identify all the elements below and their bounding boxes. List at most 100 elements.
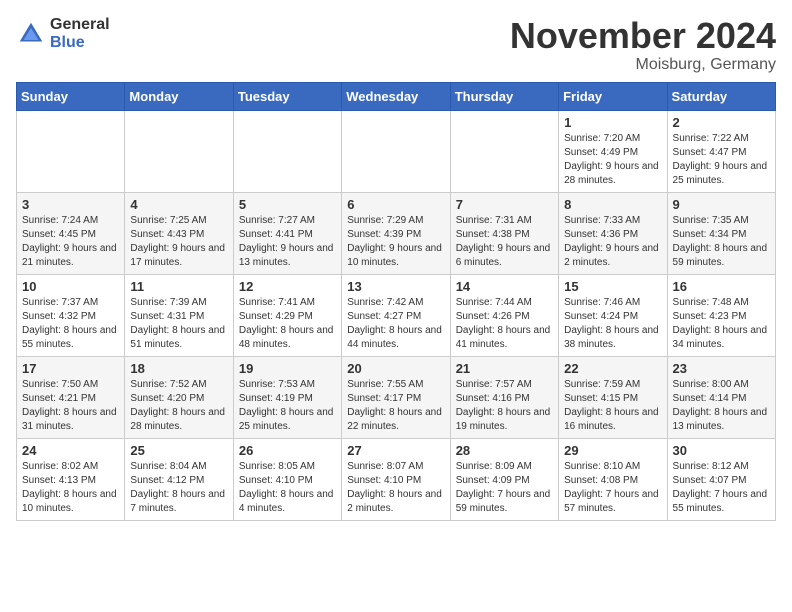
calendar-cell: 12 Sunrise: 7:41 AM Sunset: 4:29 PM Dayli…	[233, 274, 341, 356]
day-number: 29	[564, 443, 661, 458]
day-info: Sunrise: 7:39 AM Sunset: 4:31 PM Dayligh…	[130, 296, 227, 352]
calendar-cell: 9 Sunrise: 7:35 AM Sunset: 4:34 PM Daylig…	[667, 192, 775, 274]
day-info: Sunrise: 7:29 AM Sunset: 4:39 PM Dayligh…	[347, 214, 444, 270]
month-title: November 2024	[510, 16, 776, 56]
calendar-cell: 29Sunrise: 8:10 AM Sunset: 4:08 PM Dayli…	[559, 438, 667, 520]
header-wednesday: Wednesday	[342, 82, 450, 110]
day-number: 28	[456, 443, 553, 458]
day-number: 18	[130, 361, 227, 376]
calendar-cell: 24 Sunrise: 8:02 AM Sunset: 4:13 PM Dayli…	[17, 438, 125, 520]
day-info: Sunrise: 8:07 AM Sunset: 4:10 PM Dayligh…	[347, 460, 444, 516]
calendar-cell: 3 Sunrise: 7:24 AM Sunset: 4:45 PM Daylig…	[17, 192, 125, 274]
day-number: 5	[239, 197, 336, 212]
day-info: Sunrise: 7:55 AM Sunset: 4:17 PM Dayligh…	[347, 378, 444, 434]
calendar-cell: 19Sunrise: 7:53 AM Sunset: 4:19 PM Dayli…	[233, 356, 341, 438]
calendar-cell: 13 Sunrise: 7:42 AM Sunset: 4:27 PM Dayli…	[342, 274, 450, 356]
week-row-2: 3 Sunrise: 7:24 AM Sunset: 4:45 PM Daylig…	[17, 192, 776, 274]
header-friday: Friday	[559, 82, 667, 110]
calendar-cell: 7 Sunrise: 7:31 AM Sunset: 4:38 PM Daylig…	[450, 192, 558, 274]
day-info: Sunrise: 7:20 AM Sunset: 4:49 PM Dayligh…	[564, 132, 661, 188]
calendar-cell: 8Sunrise: 7:33 AM Sunset: 4:36 PM Daylig…	[559, 192, 667, 274]
logo-blue-text: Blue	[50, 34, 110, 52]
day-number: 9	[673, 197, 770, 212]
calendar-cell	[233, 110, 341, 192]
calendar-cell: 23 Sunrise: 8:00 AM Sunset: 4:14 PM Dayli…	[667, 356, 775, 438]
day-info: Sunrise: 7:44 AM Sunset: 4:26 PM Dayligh…	[456, 296, 553, 352]
day-info: Sunrise: 8:04 AM Sunset: 4:12 PM Dayligh…	[130, 460, 227, 516]
calendar-cell: 28 Sunrise: 8:09 AM Sunset: 4:09 PM Dayli…	[450, 438, 558, 520]
day-info: Sunrise: 8:09 AM Sunset: 4:09 PM Dayligh…	[456, 460, 553, 516]
day-info: Sunrise: 7:27 AM Sunset: 4:41 PM Dayligh…	[239, 214, 336, 270]
calendar-cell: 25 Sunrise: 8:04 AM Sunset: 4:12 PM Dayli…	[125, 438, 233, 520]
day-info: Sunrise: 7:41 AM Sunset: 4:29 PM Dayligh…	[239, 296, 336, 352]
day-number: 21	[456, 361, 553, 376]
day-info: Sunrise: 7:52 AM Sunset: 4:20 PM Dayligh…	[130, 378, 227, 434]
header-thursday: Thursday	[450, 82, 558, 110]
calendar-cell: 14 Sunrise: 7:44 AM Sunset: 4:26 PM Dayli…	[450, 274, 558, 356]
calendar-cell: 4Sunrise: 7:25 AM Sunset: 4:43 PM Daylig…	[125, 192, 233, 274]
logo-icon	[16, 19, 46, 49]
day-number: 24	[22, 443, 119, 458]
day-info: Sunrise: 7:37 AM Sunset: 4:32 PM Dayligh…	[22, 296, 119, 352]
day-number: 23	[673, 361, 770, 376]
day-info: Sunrise: 7:35 AM Sunset: 4:34 PM Dayligh…	[673, 214, 770, 270]
header-sunday: Sunday	[17, 82, 125, 110]
logo-general-text: General	[50, 16, 110, 34]
day-number: 10	[22, 279, 119, 294]
title-block: November 2024 Moisburg, Germany	[510, 16, 776, 74]
day-info: Sunrise: 7:48 AM Sunset: 4:23 PM Dayligh…	[673, 296, 770, 352]
day-number: 2	[673, 115, 770, 130]
day-number: 16	[673, 279, 770, 294]
calendar-cell: 1Sunrise: 7:20 AM Sunset: 4:49 PM Daylig…	[559, 110, 667, 192]
day-number: 17	[22, 361, 119, 376]
calendar-cell: 26Sunrise: 8:05 AM Sunset: 4:10 PM Dayli…	[233, 438, 341, 520]
day-info: Sunrise: 7:42 AM Sunset: 4:27 PM Dayligh…	[347, 296, 444, 352]
day-info: Sunrise: 7:31 AM Sunset: 4:38 PM Dayligh…	[456, 214, 553, 270]
day-number: 4	[130, 197, 227, 212]
day-number: 11	[130, 279, 227, 294]
day-number: 3	[22, 197, 119, 212]
calendar-cell: 20Sunrise: 7:55 AM Sunset: 4:17 PM Dayli…	[342, 356, 450, 438]
calendar-cell: 15Sunrise: 7:46 AM Sunset: 4:24 PM Dayli…	[559, 274, 667, 356]
calendar-cell	[342, 110, 450, 192]
day-info: Sunrise: 7:46 AM Sunset: 4:24 PM Dayligh…	[564, 296, 661, 352]
day-info: Sunrise: 8:12 AM Sunset: 4:07 PM Dayligh…	[673, 460, 770, 516]
calendar-cell: 17 Sunrise: 7:50 AM Sunset: 4:21 PM Dayli…	[17, 356, 125, 438]
day-info: Sunrise: 8:05 AM Sunset: 4:10 PM Dayligh…	[239, 460, 336, 516]
page-header: General Blue November 2024 Moisburg, Ger…	[16, 16, 776, 74]
day-number: 14	[456, 279, 553, 294]
calendar-cell: 5 Sunrise: 7:27 AM Sunset: 4:41 PM Daylig…	[233, 192, 341, 274]
week-row-1: 1Sunrise: 7:20 AM Sunset: 4:49 PM Daylig…	[17, 110, 776, 192]
calendar-cell	[125, 110, 233, 192]
day-info: Sunrise: 7:24 AM Sunset: 4:45 PM Dayligh…	[22, 214, 119, 270]
day-number: 30	[673, 443, 770, 458]
logo-text: General Blue	[50, 16, 110, 51]
calendar-cell	[450, 110, 558, 192]
location: Moisburg, Germany	[510, 56, 776, 74]
day-number: 13	[347, 279, 444, 294]
calendar-cell: 10 Sunrise: 7:37 AM Sunset: 4:32 PM Dayli…	[17, 274, 125, 356]
calendar-cell: 30 Sunrise: 8:12 AM Sunset: 4:07 PM Dayli…	[667, 438, 775, 520]
calendar-cell: 2Sunrise: 7:22 AM Sunset: 4:47 PM Daylig…	[667, 110, 775, 192]
day-info: Sunrise: 8:02 AM Sunset: 4:13 PM Dayligh…	[22, 460, 119, 516]
header-saturday: Saturday	[667, 82, 775, 110]
calendar-cell	[17, 110, 125, 192]
header-tuesday: Tuesday	[233, 82, 341, 110]
calendar-cell: 21 Sunrise: 7:57 AM Sunset: 4:16 PM Dayli…	[450, 356, 558, 438]
calendar-cell: 16 Sunrise: 7:48 AM Sunset: 4:23 PM Dayli…	[667, 274, 775, 356]
day-info: Sunrise: 7:50 AM Sunset: 4:21 PM Dayligh…	[22, 378, 119, 434]
day-info: Sunrise: 7:57 AM Sunset: 4:16 PM Dayligh…	[456, 378, 553, 434]
day-number: 6	[347, 197, 444, 212]
header-monday: Monday	[125, 82, 233, 110]
day-number: 25	[130, 443, 227, 458]
day-info: Sunrise: 8:00 AM Sunset: 4:14 PM Dayligh…	[673, 378, 770, 434]
day-number: 12	[239, 279, 336, 294]
day-number: 22	[564, 361, 661, 376]
week-row-5: 24 Sunrise: 8:02 AM Sunset: 4:13 PM Dayli…	[17, 438, 776, 520]
calendar-cell: 18 Sunrise: 7:52 AM Sunset: 4:20 PM Dayli…	[125, 356, 233, 438]
day-number: 27	[347, 443, 444, 458]
calendar-cell: 27 Sunrise: 8:07 AM Sunset: 4:10 PM Dayli…	[342, 438, 450, 520]
day-number: 7	[456, 197, 553, 212]
day-info: Sunrise: 7:59 AM Sunset: 4:15 PM Dayligh…	[564, 378, 661, 434]
day-info: Sunrise: 7:53 AM Sunset: 4:19 PM Dayligh…	[239, 378, 336, 434]
